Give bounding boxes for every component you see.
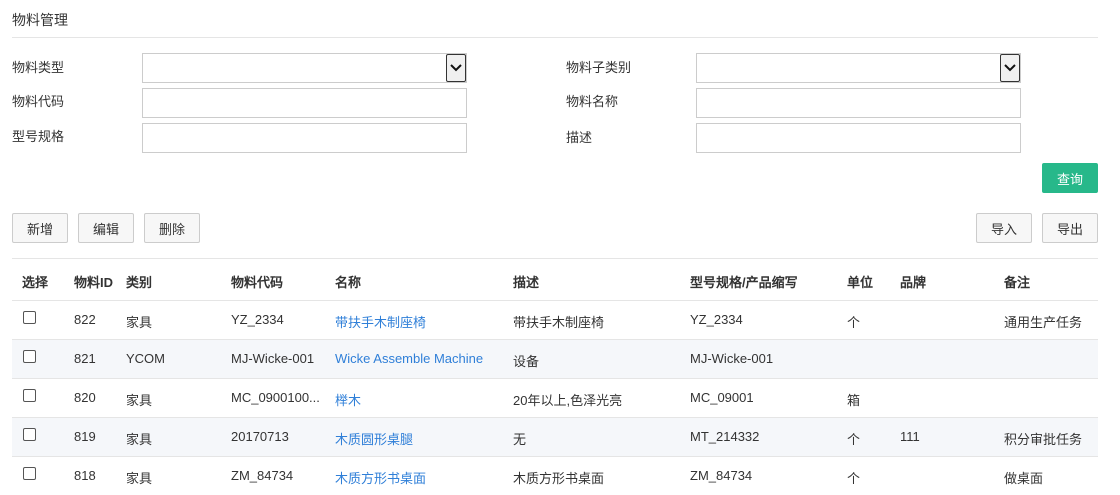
cell-name-link[interactable]: Wicke Assemble Machine [335,351,483,366]
cell-remark: 通用生产任务 [1004,315,1083,330]
description-input[interactable] [696,123,1021,153]
row-checkbox[interactable] [23,350,36,363]
header-brand[interactable]: 品牌 [900,272,926,291]
cell-name-link[interactable]: 木质方形书桌面 [335,468,426,487]
cell-category: 家具 [126,471,153,486]
cell-description: 木质方形书桌面 [513,471,605,486]
table-row[interactable]: 819 家具 20170713 木质圆形桌腿 无 MT_214332 个 111… [12,417,1098,456]
cell-description: 无 [513,432,527,447]
cell-id: 821 [74,351,96,366]
row-checkbox[interactable] [23,389,36,402]
edit-button[interactable]: 编辑 [78,213,134,243]
description-label: 描述 [566,130,593,145]
cell-id: 818 [74,468,96,483]
cell-model: MJ-Wicke-001 [690,351,774,366]
cell-brand: 111 [900,429,920,444]
model-spec-input[interactable] [142,123,467,153]
cell-unit: 个 [847,315,861,330]
cell-code: MC_0900100... [231,390,320,405]
table-row[interactable]: 821 YCOM MJ-Wicke-001 Wicke Assemble Mac… [12,339,1098,378]
cell-category: YCOM [126,351,165,366]
cell-description: 带扶手木制座椅 [513,315,605,330]
material-code-input[interactable] [142,88,467,118]
cell-remark: 做桌面 [1004,471,1044,486]
cell-unit: 个 [847,471,861,486]
cell-code: ZM_84734 [231,468,294,483]
material-name-label: 物料名称 [566,94,619,109]
delete-button[interactable]: 删除 [144,213,200,243]
cell-category: 家具 [126,393,153,408]
material-subcategory-label: 物料子类别 [566,60,632,75]
table-row[interactable]: 820 家具 MC_0900100... 榉木 20年以上,色泽光亮 MC_09… [12,378,1098,417]
material-subcategory-select[interactable] [696,53,1021,83]
add-button[interactable]: 新增 [12,213,68,243]
cell-id: 820 [74,390,96,405]
header-model[interactable]: 型号规格/产品缩写 [690,272,798,291]
cell-description: 20年以上,色泽光亮 [513,393,623,408]
cell-code: YZ_2334 [231,312,284,327]
header-remark[interactable]: 备注 [1004,272,1030,291]
cell-category: 家具 [126,432,153,447]
export-button[interactable]: 导出 [1042,213,1098,243]
import-button[interactable]: 导入 [976,213,1032,243]
query-button[interactable]: 查询 [1042,163,1098,193]
cell-model: ZM_84734 [690,468,753,483]
table-top-border [12,258,1098,259]
header-name[interactable]: 名称 [335,272,361,291]
header-code[interactable]: 物料代码 [231,272,283,291]
table-row[interactable]: 822 家具 YZ_2334 带扶手木制座椅 带扶手木制座椅 YZ_2334 个… [12,300,1098,339]
model-spec-label: 型号规格 [12,129,65,144]
cell-category: 家具 [126,315,153,330]
material-code-label: 物料代码 [12,94,65,109]
header-unit[interactable]: 单位 [847,272,873,291]
cell-model: MC_09001 [690,390,754,405]
cell-remark: 积分审批任务 [1004,432,1083,447]
cell-code: MJ-Wicke-001 [231,351,315,366]
header-category[interactable]: 类别 [126,272,152,291]
cell-name-link[interactable]: 榉木 [335,390,361,409]
cell-unit: 箱 [847,393,861,408]
row-checkbox[interactable] [23,467,36,480]
cell-model: MT_214332 [690,429,760,444]
cell-name-link[interactable]: 木质圆形桌腿 [335,429,413,448]
row-checkbox[interactable] [23,428,36,441]
cell-model: YZ_2334 [690,312,743,327]
material-type-select[interactable] [142,53,467,83]
header-select: 选择 [22,275,49,290]
row-checkbox[interactable] [23,311,36,324]
chevron-down-icon[interactable] [1000,54,1020,82]
material-name-input[interactable] [696,88,1021,118]
cell-id: 819 [74,429,96,444]
chevron-down-icon[interactable] [446,54,466,82]
header-id[interactable]: 物料ID [74,272,113,291]
page-title: 物料管理 [12,12,68,28]
cell-unit: 个 [847,432,861,447]
material-type-label: 物料类型 [12,60,65,75]
table-row[interactable]: 818 家具 ZM_84734 木质方形书桌面 木质方形书桌面 ZM_84734… [12,456,1098,495]
cell-name-link[interactable]: 带扶手木制座椅 [335,312,426,331]
cell-id: 822 [74,312,96,327]
cell-description: 设备 [513,354,540,369]
header-description[interactable]: 描述 [513,272,539,291]
cell-code: 20170713 [231,429,289,444]
title-divider [12,37,1098,38]
